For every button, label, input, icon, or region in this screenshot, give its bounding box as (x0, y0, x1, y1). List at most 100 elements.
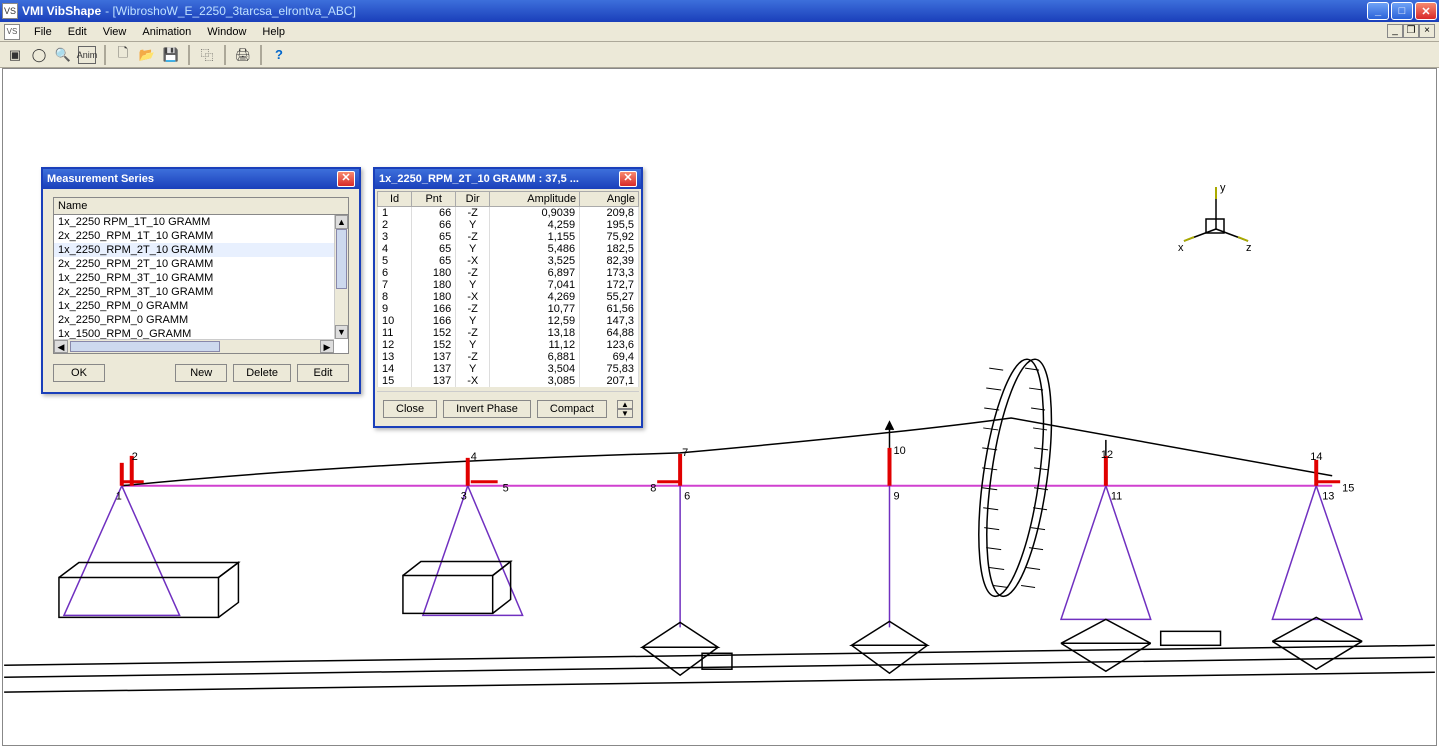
scroll-left-button[interactable]: ◀ (54, 340, 68, 353)
new-button[interactable]: New (175, 364, 227, 382)
svg-text:14: 14 (1310, 451, 1322, 463)
close-button[interactable]: Close (383, 400, 437, 418)
svg-text:5: 5 (503, 483, 509, 495)
app-icon: VS (2, 3, 18, 19)
menu-animation[interactable]: Animation (134, 24, 199, 40)
mdi-close-button[interactable]: × (1419, 24, 1435, 38)
measurement-item[interactable]: 2x_2250_RPM_2T_10 GRAMM (54, 257, 334, 271)
scroll-down-button[interactable]: ▼ (335, 325, 348, 339)
measurement-series-close-button[interactable]: ✕ (337, 171, 355, 187)
data-table-title-text: 1x_2250_RPM_2T_10 GRAMM : 37,5 ... (379, 173, 579, 185)
axis-indicator: y x z (1176, 179, 1256, 259)
svg-text:15: 15 (1342, 483, 1354, 495)
delete-button[interactable]: Delete (233, 364, 291, 382)
column-header[interactable]: Pnt (412, 192, 456, 207)
save-icon[interactable]: 💾 (162, 46, 180, 64)
table-row[interactable]: 12152Y11,12123,6 (378, 339, 639, 351)
minimize-button[interactable]: _ (1367, 2, 1389, 20)
app-title: VMI VibShape (22, 4, 101, 18)
measurement-item[interactable]: 1x_2250_RPM_3T_10 GRAMM (54, 271, 334, 285)
vertical-scrollbar[interactable]: ▲ ▼ (334, 215, 348, 339)
menubar: VS FileEditViewAnimationWindowHelp _ ❐ × (0, 22, 1439, 42)
menu-edit[interactable]: Edit (60, 24, 95, 40)
table-row[interactable]: 465Y5,486182,5 (378, 243, 639, 255)
mdi-restore-button[interactable]: ❐ (1403, 24, 1419, 38)
menu-help[interactable]: Help (254, 24, 293, 40)
table-row[interactable]: 13137-Z6,88169,4 (378, 351, 639, 363)
mdi-minimize-button[interactable]: _ (1387, 24, 1403, 38)
edit-button[interactable]: Edit (297, 364, 349, 382)
invert-phase-button[interactable]: Invert Phase (443, 400, 531, 418)
table-row[interactable]: 266Y4,259195,5 (378, 219, 639, 231)
new-icon[interactable]: 🗋 (114, 46, 132, 64)
scroll-right-button[interactable]: ▶ (320, 340, 334, 353)
menu-window[interactable]: Window (199, 24, 254, 40)
table-row[interactable]: 10166Y12,59147,3 (378, 315, 639, 327)
close-button[interactable]: ✕ (1415, 2, 1437, 20)
data-table-close-button[interactable]: ✕ (619, 171, 637, 187)
scroll-up-button[interactable]: ▲ (335, 215, 348, 229)
ok-button[interactable]: OK (53, 364, 105, 382)
amplitude-table[interactable]: IdPntDirAmplitudeAngle 166-Z0,9039209,82… (377, 191, 639, 387)
svg-text:1: 1 (116, 491, 122, 503)
svg-text:4: 4 (471, 451, 477, 463)
canvas-3d-view[interactable]: 12 345 678 910 1112 131415 y x z (2, 68, 1437, 746)
axis-z-label: z (1246, 242, 1252, 254)
column-header[interactable]: Dir (456, 192, 490, 207)
table-row[interactable]: 7180Y7,041172,7 (378, 279, 639, 291)
svg-text:10: 10 (893, 445, 905, 457)
titlebar: VS VMI VibShape - [WibroshoW_E_2250_3tar… (0, 0, 1439, 22)
document-title: - [WibroshoW_E_2250_3tarcsa_elrontva_ABC… (105, 4, 356, 18)
table-row[interactable]: 15137-X3,085207,1 (378, 375, 639, 387)
scroll-thumb[interactable] (336, 229, 347, 289)
table-row[interactable]: 166-Z0,9039209,8 (378, 207, 639, 220)
column-header[interactable]: Id (378, 192, 412, 207)
spin-up-button[interactable]: ▲ (617, 400, 633, 409)
table-row[interactable]: 11152-Z13,1864,88 (378, 327, 639, 339)
anim-icon[interactable]: Anim (78, 46, 96, 64)
table-row[interactable]: 565-X3,52582,39 (378, 255, 639, 267)
measurement-list[interactable]: 1x_2250 RPM_1T_10 GRAMM2x_2250_RPM_1T_10… (53, 214, 349, 354)
svg-text:6: 6 (684, 491, 690, 503)
measurement-series-title[interactable]: Measurement Series ✕ (43, 169, 359, 189)
table-row[interactable]: 6180-Z6,897173,3 (378, 267, 639, 279)
measurement-item[interactable]: 1x_2250_RPM_0 GRAMM (54, 299, 334, 313)
zoom-icon[interactable]: 🔍 (54, 46, 72, 64)
separator (104, 45, 106, 65)
toolbar: ▣ ◯ 🔍 Anim 🗋 📂 💾 ⿻ 🖨 ? (0, 42, 1439, 68)
measurement-item[interactable]: 2x_2250_RPM_0 GRAMM (54, 313, 334, 327)
spin-down-button[interactable]: ▼ (617, 409, 633, 418)
maximize-button[interactable]: □ (1391, 2, 1413, 20)
column-header[interactable]: Angle (580, 192, 639, 207)
table-row[interactable]: 365-Z1,15575,92 (378, 231, 639, 243)
data-table-window[interactable]: 1x_2250_RPM_2T_10 GRAMM : 37,5 ... ✕ IdP… (373, 167, 643, 428)
table-row[interactable]: 9166-Z10,7761,56 (378, 303, 639, 315)
svg-text:8: 8 (650, 483, 656, 495)
copy-icon[interactable]: ⿻ (198, 46, 216, 64)
column-header[interactable]: Amplitude (490, 192, 580, 207)
table-row[interactable]: 14137Y3,50475,83 (378, 363, 639, 375)
table-row[interactable]: 8180-X4,26955,27 (378, 291, 639, 303)
horizontal-scrollbar[interactable]: ◀ ▶ (54, 339, 334, 353)
data-table-title[interactable]: 1x_2250_RPM_2T_10 GRAMM : 37,5 ... ✕ (375, 169, 641, 189)
svg-text:9: 9 (893, 491, 899, 503)
menu-view[interactable]: View (95, 24, 135, 40)
hscroll-thumb[interactable] (70, 341, 220, 352)
menu-file[interactable]: File (26, 24, 60, 40)
compact-button[interactable]: Compact (537, 400, 607, 418)
print-icon[interactable]: 🖨 (234, 46, 252, 64)
circle-icon[interactable]: ◯ (30, 46, 48, 64)
measurement-series-window[interactable]: Measurement Series ✕ Name 1x_2250 RPM_1T… (41, 167, 361, 394)
svg-text:13: 13 (1322, 491, 1334, 503)
svg-text:7: 7 (682, 447, 688, 459)
name-column-header[interactable]: Name (53, 197, 349, 214)
measurement-item[interactable]: 1x_2250 RPM_1T_10 GRAMM (54, 215, 334, 229)
measurement-item[interactable]: 1x_2250_RPM_2T_10 GRAMM (54, 243, 334, 257)
cube-icon[interactable]: ▣ (6, 46, 24, 64)
open-icon[interactable]: 📂 (138, 46, 156, 64)
row-spinner[interactable]: ▲ ▼ (617, 400, 633, 418)
help-icon[interactable]: ? (270, 46, 288, 64)
measurement-item[interactable]: 2x_2250_RPM_3T_10 GRAMM (54, 285, 334, 299)
measurement-item[interactable]: 2x_2250_RPM_1T_10 GRAMM (54, 229, 334, 243)
separator (260, 45, 262, 65)
